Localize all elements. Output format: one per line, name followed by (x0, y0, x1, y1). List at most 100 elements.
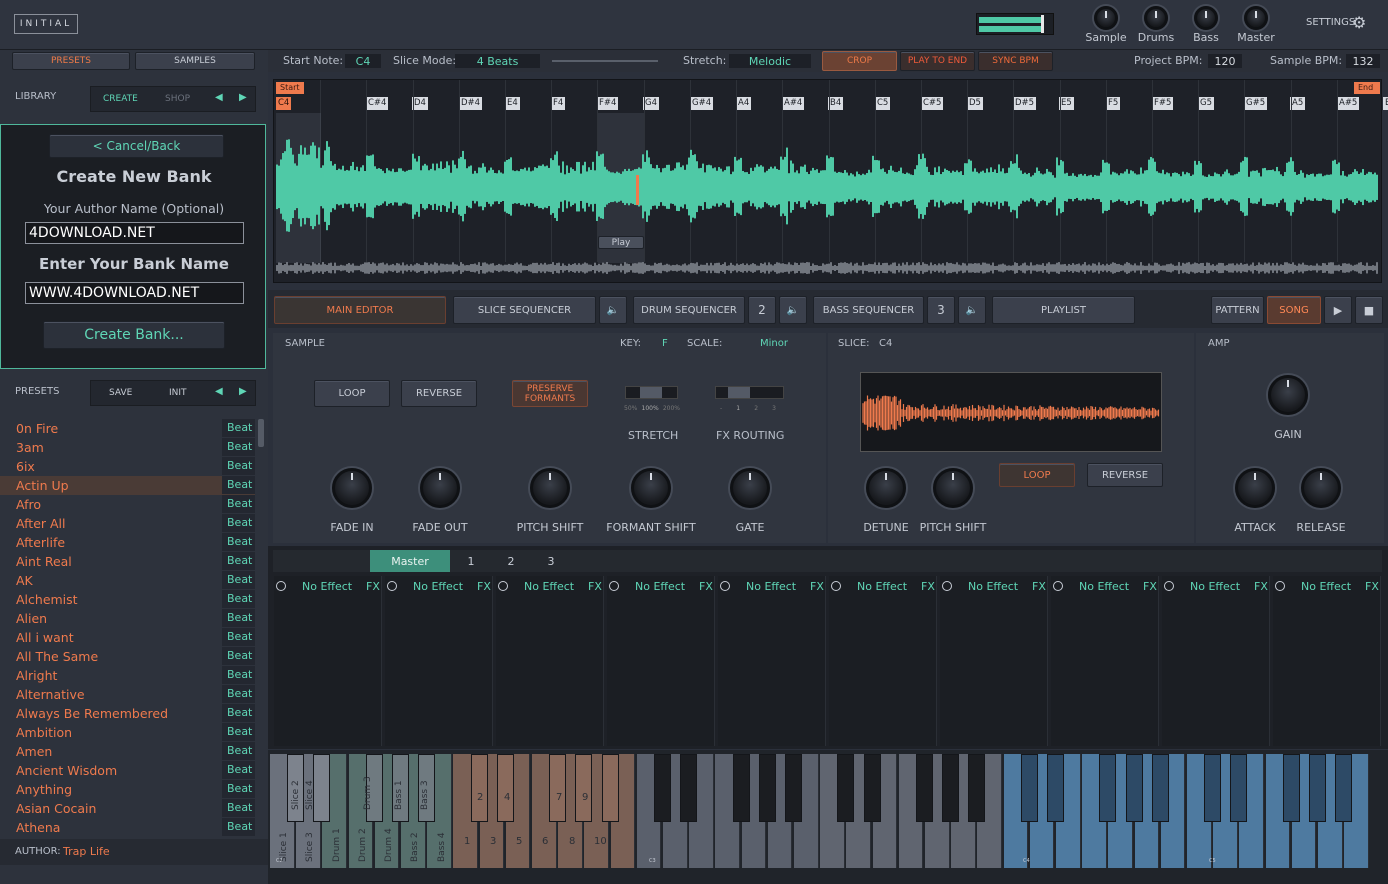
note-label[interactable]: C#5 (921, 97, 944, 110)
black-key[interactable] (916, 754, 933, 822)
preset-item[interactable]: AK Beat (0, 571, 255, 590)
fx-button[interactable]: FX (477, 580, 491, 593)
preset-item[interactable]: Always Be Remembered Beat (0, 704, 255, 723)
preserve-formants-button[interactable]: PRESERVE FORMANTS (512, 380, 588, 407)
black-key[interactable] (654, 754, 671, 822)
fx-slot[interactable] (385, 576, 493, 746)
slice-knob-0-knob[interactable] (866, 468, 906, 508)
fx-routing-switch[interactable] (715, 386, 784, 399)
bank-name-input[interactable]: WWW.4DOWNLOAD.NET (25, 282, 244, 304)
stop-icon[interactable]: ■ (1355, 296, 1383, 324)
fx-button[interactable]: FX (1032, 580, 1046, 593)
note-label[interactable]: F#5 (1152, 97, 1174, 110)
fx-tab[interactable]: 1 (452, 550, 490, 572)
prev-arrow-icon[interactable]: ◀ (215, 92, 223, 103)
black-key[interactable] (1335, 754, 1353, 822)
note-label[interactable]: C#4 (366, 97, 389, 110)
init-button[interactable]: INIT (169, 388, 187, 398)
sample-knob-2-knob[interactable] (530, 468, 570, 508)
playlist-button[interactable]: PLAYLIST (992, 296, 1135, 324)
note-label[interactable]: D#5 (1013, 97, 1037, 110)
fx-power-icon[interactable] (831, 581, 841, 591)
black-key[interactable] (313, 754, 331, 822)
save-button[interactable]: SAVE (109, 388, 132, 398)
preset-item[interactable]: Ambition Beat (0, 723, 255, 742)
slice-sequencer-button[interactable]: SLICE SEQUENCER (453, 296, 596, 324)
settings-label[interactable]: SETTINGS (1306, 17, 1355, 28)
note-label[interactable]: E4 (505, 97, 520, 110)
fx-effect-name[interactable]: No Effect (968, 580, 1018, 593)
sample-knob-3-knob[interactable] (631, 468, 671, 508)
fx-slot[interactable] (274, 576, 382, 746)
fx-tab[interactable]: 3 (532, 550, 570, 572)
black-key[interactable] (470, 754, 488, 822)
fx-effect-name[interactable]: No Effect (1079, 580, 1129, 593)
black-key[interactable] (1230, 754, 1248, 822)
black-key[interactable] (732, 754, 750, 822)
sample-knob-0-knob[interactable] (332, 468, 372, 508)
fx-tab[interactable]: Master (370, 550, 450, 572)
top-1-knob[interactable] (1144, 6, 1168, 30)
keyboard[interactable]: Slice 2 Slice 4 Drum 3 Bass 1 Bass 3 Slice 1S… (268, 750, 1388, 884)
gain-knob[interactable] (1268, 375, 1308, 415)
fx-power-icon[interactable] (942, 581, 952, 591)
fx-power-icon[interactable] (498, 581, 508, 591)
preset-item[interactable]: Amen Beat (0, 742, 255, 761)
drum-pattern-number[interactable]: 2 (748, 296, 776, 324)
release-knob[interactable] (1301, 468, 1341, 508)
preset-item[interactable]: After All Beat (0, 514, 255, 533)
black-key[interactable] (942, 754, 960, 822)
fx-effect-name[interactable]: No Effect (524, 580, 574, 593)
black-key[interactable] (863, 754, 881, 822)
create-button[interactable]: CREATE (103, 94, 138, 104)
black-key[interactable] (601, 754, 619, 822)
sample-reverse-button[interactable]: REVERSE (401, 380, 477, 407)
bass-pattern-number[interactable]: 3 (927, 296, 955, 324)
tab-presets[interactable]: PRESETS (12, 52, 130, 70)
note-label[interactable]: B5 (1383, 97, 1388, 110)
top-2-knob[interactable] (1194, 6, 1218, 30)
black-key[interactable] (758, 754, 776, 822)
slice-mode-value[interactable]: 4 Beats (455, 54, 540, 68)
preset-item[interactable]: Afterlife Beat (0, 533, 255, 552)
fx-slot[interactable] (1051, 576, 1159, 746)
fx-effect-name[interactable]: No Effect (635, 580, 685, 593)
note-label[interactable]: A#4 (782, 97, 805, 110)
fx-button[interactable]: FX (810, 580, 824, 593)
black-key[interactable] (1151, 754, 1169, 822)
sync-bpm-button[interactable]: SYNC BPM (978, 51, 1053, 71)
note-label[interactable]: A#5 (1337, 97, 1360, 110)
fx-slot[interactable] (607, 576, 715, 746)
note-label[interactable]: D5 (967, 97, 983, 110)
preset-item[interactable]: 6ix Beat (0, 457, 255, 476)
note-label[interactable]: C4 (276, 97, 292, 110)
fx-slot[interactable] (1162, 576, 1270, 746)
preset-item[interactable]: Afro Beat (0, 495, 255, 514)
fx-effect-name[interactable]: No Effect (1190, 580, 1240, 593)
fx-button[interactable]: FX (1254, 580, 1268, 593)
note-label[interactable]: D#4 (459, 97, 483, 110)
cancel-back-button[interactable]: < Cancel/Back (49, 134, 224, 158)
sample-bpm-value[interactable]: 132 (1346, 54, 1380, 68)
waveform-editor[interactable]: C4 C#4 D4 D#4 E4 F4 F#4 G4 G#4 A4 A#4 B4 C5 C#5 D5 D#5 E… (273, 79, 1388, 283)
preset-item[interactable]: 0n Fire Beat (0, 419, 255, 438)
sample-loop-button[interactable]: LOOP (314, 380, 390, 407)
fx-effect-name[interactable]: No Effect (413, 580, 463, 593)
black-key[interactable] (575, 754, 593, 822)
create-bank-button[interactable]: Create Bank... (43, 321, 225, 349)
black-key[interactable] (1099, 754, 1117, 822)
black-key[interactable] (1020, 754, 1038, 822)
slice-loop-button[interactable]: LOOP (999, 463, 1075, 487)
fx-slot[interactable] (829, 576, 937, 746)
fx-power-icon[interactable] (1053, 581, 1063, 591)
note-label[interactable]: G4 (643, 97, 659, 110)
fx-effect-name[interactable]: No Effect (302, 580, 352, 593)
note-label[interactable]: G#4 (690, 97, 714, 110)
note-label[interactable]: A5 (1290, 97, 1306, 110)
black-key[interactable] (1204, 754, 1222, 822)
drum-speaker-icon[interactable]: 🔈 (779, 296, 807, 324)
stretch-value[interactable]: Melodic (729, 54, 811, 68)
fx-power-icon[interactable] (387, 581, 397, 591)
sample-knob-1-knob[interactable] (420, 468, 460, 508)
preset-item[interactable]: 3am Beat (0, 438, 255, 457)
